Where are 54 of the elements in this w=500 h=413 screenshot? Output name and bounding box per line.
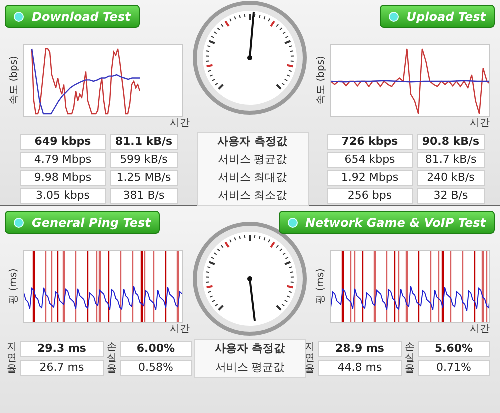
value-field: 1.25 MB/s: [110, 170, 178, 186]
indicator-light-icon: [288, 218, 298, 228]
value-field: 6.00%: [120, 341, 192, 357]
test-title: Network Game & VoIP Test: [306, 214, 486, 232]
test-title-button[interactable]: Network Game & VoIP Test: [278, 211, 495, 234]
value-field: 26.7 ms: [20, 360, 104, 376]
x-axis-label: 시간: [170, 117, 190, 131]
value-field: 5.60%: [418, 341, 490, 357]
y-axis-label: 핑 (ms): [8, 268, 20, 304]
value-field: 44.8 ms: [318, 360, 402, 376]
row-label: 서비스 평균값: [216, 152, 288, 168]
test-title: General Ping Test: [32, 214, 151, 232]
x-axis-label: 시간: [170, 323, 190, 337]
value-field: 0.71%: [418, 360, 490, 376]
value-field: 0.58%: [120, 360, 192, 376]
row-label: 서비스 최대값: [216, 170, 288, 186]
x-axis-label: 시간: [470, 323, 490, 337]
value-field: 29.3 ms: [20, 341, 104, 357]
test-title: Download Test: [32, 8, 131, 26]
side-label: 손실율: [405, 342, 415, 375]
value-field: 599 kB/s: [110, 152, 178, 168]
value-field: 256 bps: [327, 188, 413, 204]
y-axis-label: 핑 (ms): [314, 268, 328, 304]
value-field: 381 B/s: [110, 188, 178, 204]
indicator-light-icon: [14, 218, 24, 228]
test-title-button[interactable]: Upload Test: [380, 5, 495, 28]
value-field: 4.79 Mbps: [20, 152, 106, 168]
test-title: Upload Test: [406, 8, 486, 26]
y-axis-label: 속도 (bps): [314, 56, 328, 105]
value-field: 32 B/s: [417, 188, 485, 204]
row-label: 사용자 측정값: [214, 341, 286, 357]
side-label: 손실율: [107, 342, 117, 375]
value-field: 3.05 kbps: [20, 188, 106, 204]
value-field: 90.8 kB/s: [417, 134, 485, 150]
value-field: 81.7 kB/s: [417, 152, 485, 168]
side-label: 지연율: [7, 342, 17, 375]
value-field: 726 kbps: [327, 134, 413, 150]
value-field: 9.98 Mbps: [20, 170, 106, 186]
row-label: 서비스 최소값: [216, 188, 288, 204]
value-field: 649 kbps: [20, 134, 106, 150]
row-label: 사용자 측정값: [216, 134, 288, 150]
value-field: 654 kbps: [327, 152, 413, 168]
x-axis-label: 시간: [470, 117, 490, 131]
value-field: 81.1 kB/s: [110, 134, 178, 150]
row-label: 서비스 평균값: [214, 360, 286, 376]
indicator-light-icon: [388, 12, 399, 22]
side-label: 지연율: [305, 342, 315, 375]
value-field: 28.9 ms: [318, 341, 402, 357]
value-field: 1.92 Mbps: [327, 170, 413, 186]
test-title-button[interactable]: Download Test: [5, 5, 140, 28]
y-axis-label: 속도 (bps): [8, 56, 20, 105]
value-field: 240 kB/s: [417, 170, 485, 186]
test-title-button[interactable]: General Ping Test: [5, 211, 160, 234]
indicator-light-icon: [14, 12, 24, 22]
